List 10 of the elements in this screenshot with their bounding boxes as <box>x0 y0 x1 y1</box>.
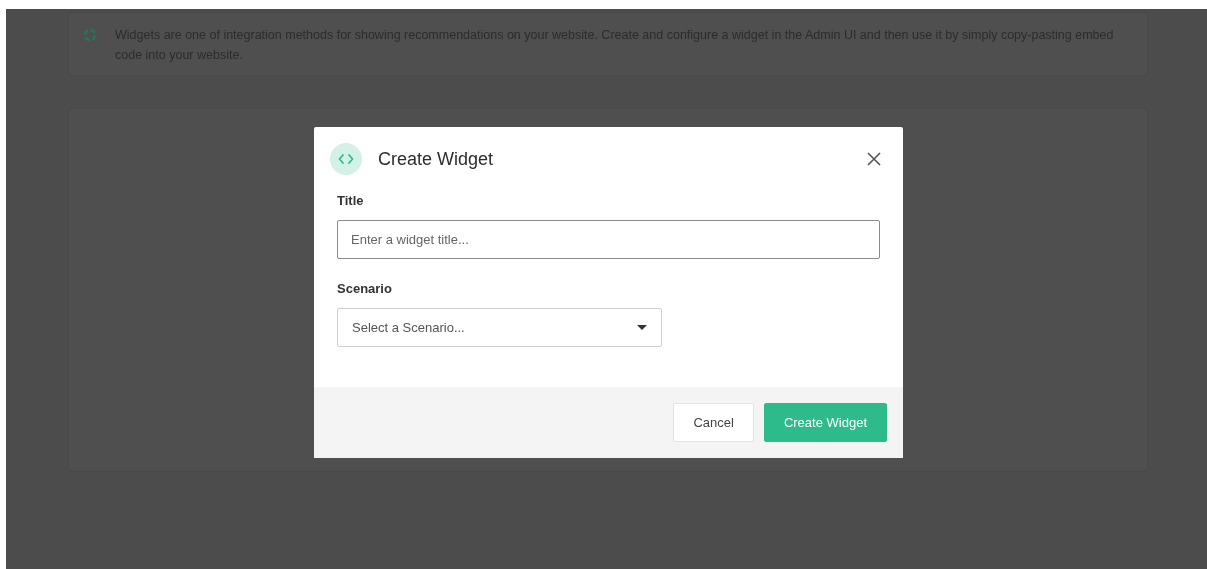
close-button[interactable] <box>865 150 883 168</box>
field-label: Scenario <box>337 281 393 296</box>
dialog-title: Create Widget <box>378 148 495 170</box>
title-input[interactable]: Enter a widget title... <box>337 220 880 259</box>
field-label: Title <box>337 193 365 208</box>
caret-icon <box>637 325 647 330</box>
cancel-button[interactable]: Cancel <box>673 403 754 442</box>
scenario-dropdown[interactable]: Select a Scenario... <box>337 308 662 347</box>
ring-icon <box>83 28 97 42</box>
code-icon <box>330 143 362 175</box>
